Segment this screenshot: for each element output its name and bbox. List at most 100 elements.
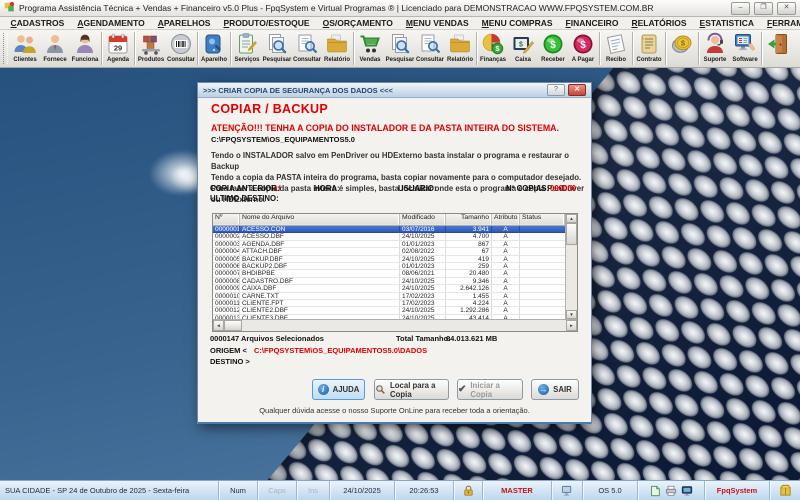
toolbar-item-consultar[interactable]: Consultar: [166, 30, 196, 67]
cell-status: [520, 307, 565, 315]
monitor-icon[interactable]: [681, 485, 693, 497]
dialog-close-button[interactable]: ✕: [568, 84, 586, 96]
table-row[interactable]: 0000010 CARNE.TXT 17/02/2023 1.455 A: [213, 292, 565, 300]
ajuda-button-label: AJUDA: [332, 385, 360, 394]
h-scrollbar[interactable]: ◄ ►: [213, 319, 577, 331]
toolbar-item-pesquisar[interactable]: Pesquisar: [262, 30, 292, 67]
toolbar-item-caixa[interactable]: $ Caixa: [508, 30, 538, 67]
menu-item-menu-compras[interactable]: MENU COMPRAS: [475, 18, 559, 28]
menu-item-relatorios[interactable]: RELATÓRIOS: [625, 18, 693, 28]
selected-count: 0000147 Arquivos Selecionados: [210, 334, 324, 343]
minimize-button[interactable]: –: [731, 1, 750, 15]
toolbar-item-aparelho[interactable]: Aparelho: [199, 30, 229, 67]
toolbar-grip[interactable]: [3, 33, 8, 64]
table-row[interactable]: 0000011 CLIENTE.FPT 17/02/2023 4.224 A: [213, 299, 565, 308]
table-row[interactable]: 0000002 ACESSO.DBF 24/10/2025 4.700 A: [213, 233, 565, 241]
dialog-help-button[interactable]: ?: [547, 84, 565, 96]
cell-nr: 0000001: [213, 226, 240, 234]
cell-nr: 0000011: [213, 299, 240, 308]
toolbar-item-clientes[interactable]: Clientes: [10, 30, 40, 67]
maximize-button[interactable]: ❐: [754, 1, 773, 15]
v-scroll-thumb[interactable]: [566, 223, 577, 245]
menu-item-cadastros[interactable]: CADASTROS: [4, 18, 71, 28]
toolbar-item-suporte[interactable]: Suporte: [700, 30, 730, 67]
toolbar-item-contrato[interactable]: Contrato: [634, 30, 664, 67]
toolbar-item-pesquisar[interactable]: Pesquisar: [385, 30, 415, 67]
toolbar-item-relatorio[interactable]: Relatório: [322, 30, 352, 67]
toolbar-item-a-pagar[interactable]: $ A Pagar: [568, 30, 598, 67]
cell-nr: 0000004: [213, 248, 240, 256]
toolbar-item-receber[interactable]: $ Receber: [538, 30, 568, 67]
table-row[interactable]: 0000009 CAIXA.DBF 24/10/2025 2.642.126 A: [213, 285, 565, 293]
col-header-status[interactable]: Status: [520, 214, 565, 225]
menu-item-os-orcamento[interactable]: OS/ORÇAMENTO: [316, 18, 399, 28]
col-header-attr[interactable]: Atributo: [492, 214, 520, 225]
menu-item-agendamento[interactable]: AGENDAMENTO: [71, 18, 151, 28]
toolbar-separator: [665, 32, 666, 65]
toolbar-item-coin[interactable]: $: [667, 30, 697, 67]
scroll-down-button[interactable]: ▼: [566, 310, 577, 319]
toolbar-item-consultar[interactable]: Consultar: [415, 30, 445, 67]
scroll-up-button[interactable]: ▲: [566, 214, 577, 223]
table-row[interactable]: 0000005 BACKUP.DBF 24/10/2025 419 A: [213, 255, 565, 263]
table-row[interactable]: 0000001 ACESSO.CON 03/07/2016 3.941 A: [213, 226, 565, 234]
toolbar-item-servicos[interactable]: Serviços: [232, 30, 262, 67]
ajuda-button[interactable]: i AJUDA: [312, 379, 365, 400]
toolbar-item-produtos[interactable]: Produtos: [136, 30, 166, 67]
report-folder-icon: [448, 32, 472, 56]
menu-item-menu-vendas[interactable]: MENU VENDAS: [399, 18, 475, 28]
toolbar-item-financas[interactable]: $ Finanças: [478, 30, 508, 67]
col-header-name[interactable]: Nome do Arquivo: [240, 214, 400, 225]
menu-item-ferramentas[interactable]: FERRAMENTAS: [761, 18, 800, 28]
col-header-nr[interactable]: Nº: [213, 214, 240, 225]
usuario-label: USUARIO:: [398, 184, 437, 193]
scroll-left-button[interactable]: ◄: [213, 320, 224, 331]
toolbar-item-label: Relatório: [446, 57, 473, 63]
col-header-size[interactable]: Tamanho: [446, 214, 492, 225]
table-row[interactable]: 0000012 CLIENTE2.DBF 24/10/2025 1.292.286 A: [213, 307, 565, 315]
table-row[interactable]: 0000003 AGENDA.DBF 01/01/2023 867 A: [213, 240, 565, 249]
cell-modified: 02/08/2022: [400, 248, 446, 256]
toolbar-item-recibo[interactable]: Recibo: [601, 30, 631, 67]
cell-attr: A: [492, 255, 520, 263]
status-pc-icon: [552, 481, 583, 500]
status-date: 24/10/2025: [330, 481, 395, 500]
toolbar-item-software[interactable]: Software: [730, 30, 760, 67]
scroll-right-button[interactable]: ►: [566, 320, 577, 331]
toolbar-item-funciona[interactable]: Funciona: [70, 30, 100, 67]
supplier-icon: [43, 32, 67, 56]
iniciar-copia-button[interactable]: ✔ Iniciar a Copia: [457, 379, 523, 400]
sair-button[interactable]: → SAIR: [531, 379, 579, 400]
software-icon: [733, 32, 757, 56]
menu-item-financeiro[interactable]: FINANCEIRO: [559, 18, 625, 28]
sair-button-label: SAIR: [553, 385, 572, 394]
toolbar-item-exit-door[interactable]: [763, 30, 793, 67]
v-scrollbar[interactable]: ▲ ▼: [565, 214, 577, 319]
close-button[interactable]: ✕: [777, 1, 796, 15]
table-row[interactable]: 0000006 BACKUP2.DBF 01/01/2023 259 A: [213, 262, 565, 271]
local-copia-button[interactable]: Local para a Copia: [374, 379, 449, 400]
ultimo-destino-label: ULTIMO DESTINO:: [210, 194, 279, 203]
cell-size: 2.642.126: [446, 285, 492, 293]
cell-modified: 08/06/2021: [400, 270, 446, 278]
menu-item-aparelhos[interactable]: APARELHOS: [151, 18, 217, 28]
col-header-modified[interactable]: Modificado: [400, 214, 446, 225]
menu-item-estatistica[interactable]: ESTATISTICA: [693, 18, 760, 28]
toolbar-item-vendas[interactable]: Vendas: [355, 30, 385, 67]
toolbar-item-label: Agenda: [106, 57, 129, 63]
h-scroll-thumb[interactable]: [224, 320, 242, 331]
document-icon[interactable]: [649, 485, 661, 497]
cell-nr: 0000006: [213, 262, 240, 271]
toolbar-item-relatorio[interactable]: Relatório: [445, 30, 475, 67]
menu-item-produto-estoque[interactable]: PRODUTO/ESTOQUE: [217, 18, 316, 28]
printer-icon[interactable]: [665, 485, 677, 497]
n-copias-value: 000000: [550, 184, 577, 193]
table-row[interactable]: 0000007 BHDIBPBE 08/06/2021 20.480 A: [213, 270, 565, 278]
table-row[interactable]: 0000004 ATTACH.DBF 02/08/2022 67 A: [213, 248, 565, 256]
toolbar-item-agenda[interactable]: 29 Agenda: [103, 30, 133, 67]
toolbar-item-consultar[interactable]: Consultar: [292, 30, 322, 67]
toolbar-item-fornece[interactable]: Fornece: [40, 30, 70, 67]
table-row[interactable]: 0000008 CADASTRO.DBF 24/10/2025 9.346 A: [213, 277, 565, 286]
app-logo-icon: [4, 0, 15, 17]
destino-label: DESTINO >: [210, 357, 250, 366]
